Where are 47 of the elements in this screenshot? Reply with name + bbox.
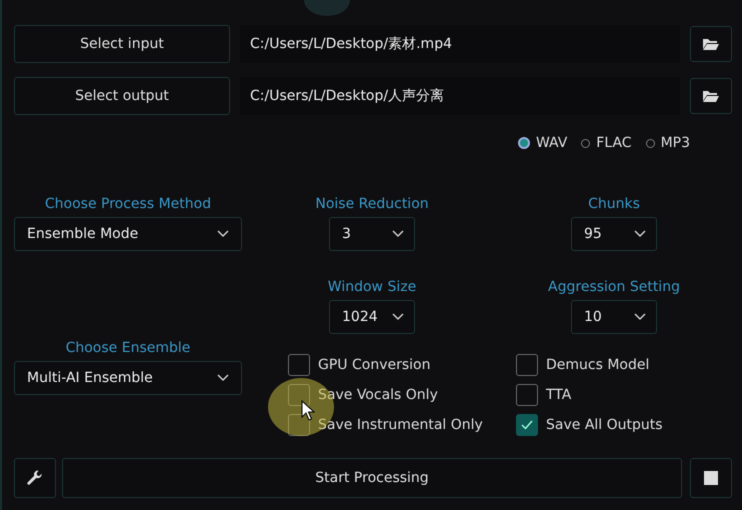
caret-icon xyxy=(392,313,404,321)
option-checkbox[interactable]: Demucs Model xyxy=(516,353,716,377)
option-checkbox[interactable]: TTA xyxy=(516,383,716,407)
caret-icon xyxy=(392,230,404,238)
dropdown[interactable]: 10 xyxy=(571,300,657,334)
option-checkbox[interactable]: Save All Outputs xyxy=(516,413,716,437)
caret-icon xyxy=(634,313,646,321)
folder-button[interactable] xyxy=(690,78,732,114)
stop-button[interactable] xyxy=(690,458,732,498)
path-field[interactable]: C:/Users/L/Desktop/素材.mp4 xyxy=(240,25,680,63)
setting-label: Window Size xyxy=(328,278,416,297)
dropdown[interactable]: Ensemble Mode xyxy=(14,217,242,251)
select-button[interactable]: Select input xyxy=(14,25,230,63)
dropdown[interactable]: 95 xyxy=(571,217,657,251)
setting-label: Aggression Setting xyxy=(548,278,680,297)
format-radio[interactable]: MP3 xyxy=(646,135,690,151)
pointer-icon xyxy=(301,400,315,422)
setting-label: Choose Process Method xyxy=(44,195,212,214)
dropdown[interactable]: 3 xyxy=(329,217,415,251)
dropdown[interactable]: 1024 xyxy=(329,300,415,334)
logo-icon xyxy=(302,0,352,16)
dropdown-value: Ensemble Mode xyxy=(27,226,138,242)
settings-button[interactable] xyxy=(14,458,56,498)
dropdown[interactable]: Multi-AI Ensemble xyxy=(14,361,242,395)
check-icon xyxy=(520,419,534,431)
select-button[interactable]: Select output xyxy=(14,77,230,115)
caret-icon xyxy=(634,230,646,238)
dropdown-value: 3 xyxy=(342,226,351,242)
option-checkbox[interactable]: GPU Conversion xyxy=(288,353,516,377)
folder-icon xyxy=(702,89,720,103)
dropdown-value: Multi-AI Ensemble xyxy=(27,370,153,386)
wrench-icon xyxy=(26,469,44,487)
dropdown-value: 1024 xyxy=(342,309,378,325)
dropdown-value: 10 xyxy=(584,309,602,325)
path-field[interactable]: C:/Users/L/Desktop/人声分离 xyxy=(240,77,680,115)
setting-label: Chunks xyxy=(588,195,640,214)
setting-label: Noise Reduction xyxy=(315,195,429,214)
stop-icon xyxy=(704,471,718,485)
setting-label: Choose Ensemble xyxy=(66,339,190,358)
folder-button[interactable] xyxy=(690,26,732,62)
format-radio[interactable]: FLAC xyxy=(581,135,632,151)
dropdown-value: 95 xyxy=(584,226,602,242)
folder-icon xyxy=(702,37,720,51)
start-button[interactable]: Start Processing xyxy=(62,458,682,498)
caret-icon xyxy=(217,374,229,382)
caret-icon xyxy=(217,230,229,238)
format-radio[interactable]: WAV xyxy=(518,135,568,151)
